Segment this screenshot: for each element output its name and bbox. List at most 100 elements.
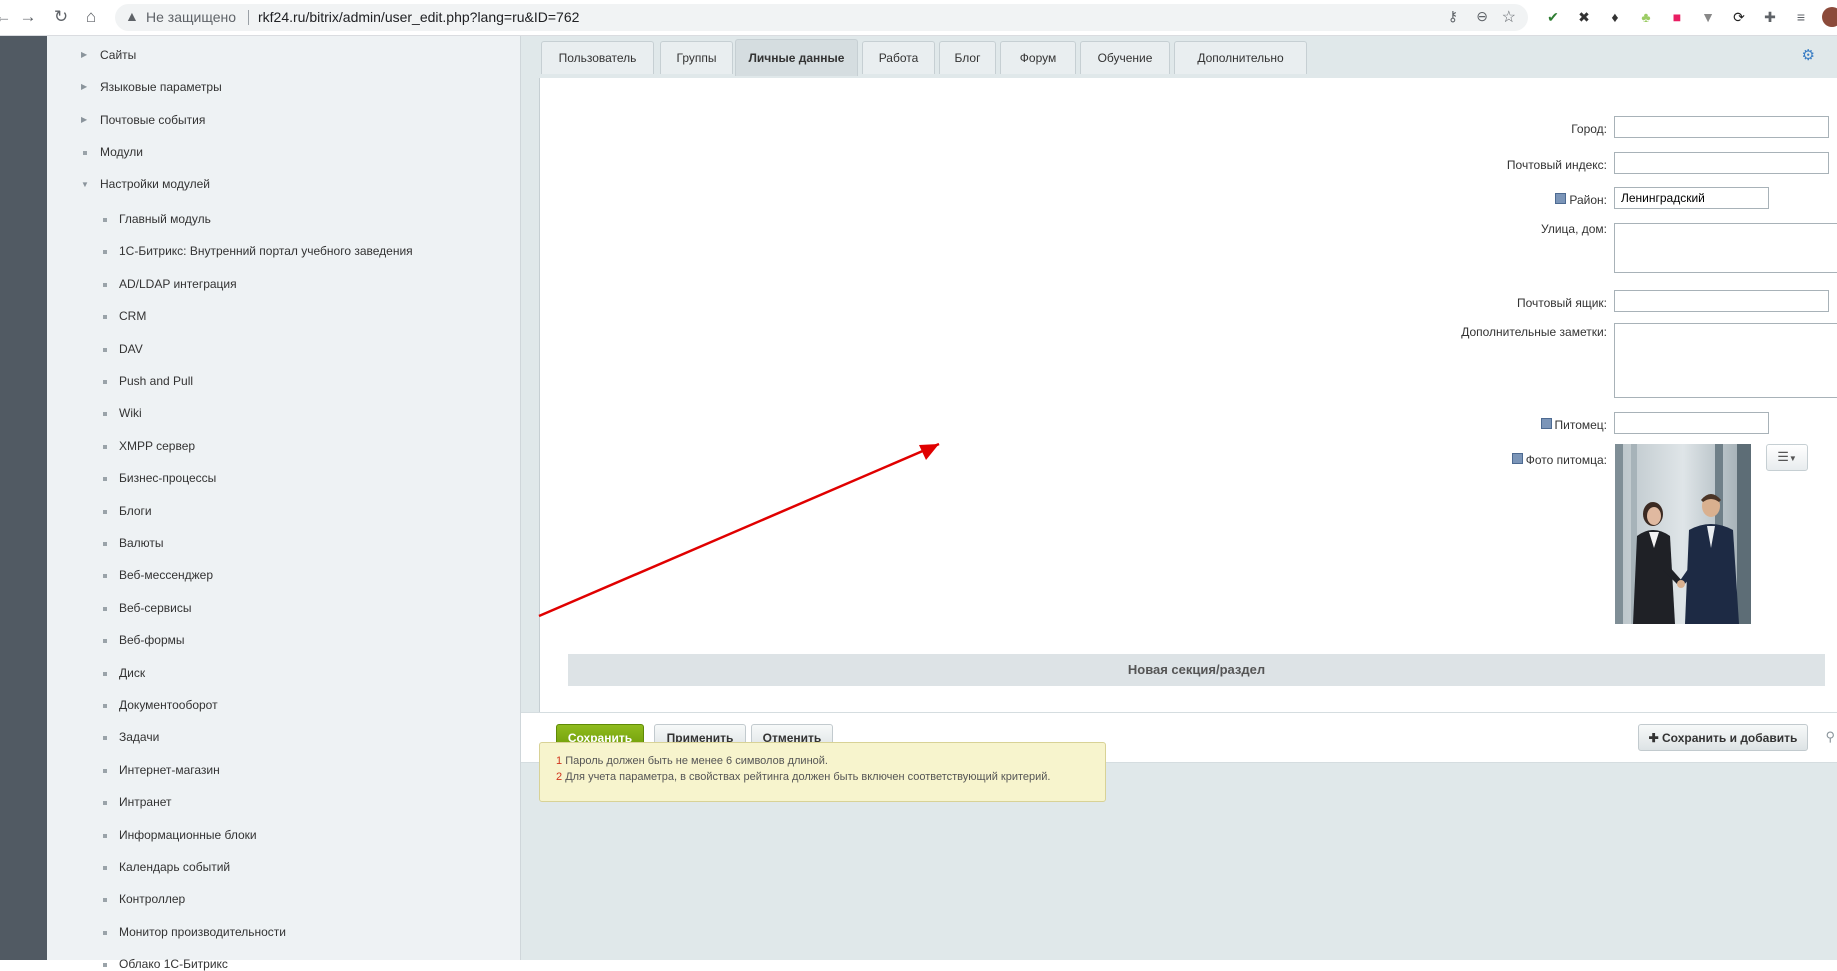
forward-icon[interactable]: → (17, 6, 39, 28)
footnote-1: 1 Пароль должен быть не менее 6 символов… (556, 753, 1105, 769)
sidebar-subitem[interactable]: XMPP сервер (119, 439, 195, 453)
footnote-number: 1 (556, 755, 563, 767)
sidebar-subitem[interactable]: Документооборот (119, 698, 218, 712)
menu-lines-icon: ☰ (1777, 449, 1789, 464)
sidebar-subitem[interactable]: 1С-Битрикс: Внутренний портал учебного з… (119, 244, 413, 258)
back-icon[interactable]: ← (0, 6, 14, 28)
extensions-puzzle-icon[interactable]: ✚ (1760, 7, 1780, 27)
reload-icon[interactable]: ↻ (50, 6, 72, 28)
extension-list-icon[interactable]: ≡ (1791, 7, 1811, 27)
bullet-icon (103, 736, 107, 740)
tab-groups[interactable]: Группы (660, 41, 733, 74)
extension-x-icon[interactable]: ✖ (1574, 7, 1594, 27)
pet-input[interactable] (1614, 412, 1769, 434)
business-handshake-photo (1615, 444, 1751, 624)
city-input[interactable] (1614, 116, 1829, 138)
zoom-icon[interactable]: ⊖ (1476, 8, 1488, 25)
zip-label: Почтовый индекс: (1506, 158, 1607, 172)
tab-additional[interactable]: Дополнительно (1174, 41, 1307, 74)
sidebar-subitem[interactable]: Блоги (119, 504, 152, 518)
sidebar-subitem[interactable]: AD/LDAP интеграция (119, 277, 237, 291)
extension-gradient-icon[interactable]: ■ (1667, 7, 1687, 27)
tabs-bar: Пользователь Группы Личные данные Работа… (521, 36, 1837, 78)
sidebar-subitem[interactable]: Диск (119, 666, 145, 680)
sidebar-subitem[interactable]: Контроллер (119, 892, 185, 906)
save-and-add-button[interactable]: ✚ Сохранить и добавить (1638, 724, 1808, 751)
tab-forum[interactable]: Форум (1000, 41, 1076, 74)
sidebar-subitem[interactable]: Бизнес-процессы (119, 471, 216, 485)
extension-check-icon[interactable]: ✔ (1543, 7, 1563, 27)
sidebar: ▶ Сайты ▶ Языковые параметры ▶ Почтовые … (47, 36, 521, 971)
save-and-add-label: Сохранить и добавить (1662, 731, 1798, 745)
district-input[interactable] (1614, 187, 1769, 209)
bullet-icon (103, 218, 107, 222)
pobox-input[interactable] (1614, 290, 1829, 312)
notes-textarea[interactable] (1614, 323, 1837, 398)
tab-user[interactable]: Пользователь (541, 41, 654, 74)
bullet-icon (103, 866, 107, 870)
pet-label: Питомец: (1554, 418, 1608, 432)
extension-v-icon[interactable]: ▼ (1698, 7, 1718, 27)
extension-sync-icon[interactable]: ⟳ (1729, 7, 1749, 27)
tab-blog[interactable]: Блог (939, 41, 996, 74)
sidebar-item-modules[interactable]: Модули (100, 145, 143, 159)
profile-avatar[interactable] (1822, 7, 1837, 27)
pet-photo-image[interactable] (1615, 444, 1751, 624)
sidebar-item-languages[interactable]: Языковые параметры (100, 80, 222, 94)
sidebar-subitem[interactable]: Веб-мессенджер (119, 568, 213, 582)
photo-menu-button[interactable]: ☰▼ (1766, 444, 1808, 471)
address-bar[interactable]: ▲ Не защищено rkf24.ru/bitrix/admin/user… (115, 4, 1528, 31)
bullet-icon (103, 315, 107, 319)
hint-icon (1555, 193, 1567, 204)
sidebar-subitem[interactable]: Монитор производительности (119, 925, 286, 939)
pin-icon[interactable]: ⚲ (1825, 729, 1835, 745)
sidebar-item-module-settings[interactable]: Настройки модулей (100, 177, 210, 191)
sidebar-subitem[interactable]: Веб-формы (119, 633, 185, 647)
sidebar-subitem[interactable]: Главный модуль (119, 212, 211, 226)
sidebar-subitem[interactable]: Задачи (119, 730, 159, 744)
url-text[interactable]: rkf24.ru/bitrix/admin/user_edit.php?lang… (258, 9, 579, 25)
collapse-arrow-icon[interactable]: ▼ (81, 180, 89, 189)
extension-pin-icon[interactable]: ♦ (1605, 7, 1625, 27)
sidebar-subitem[interactable]: CRM (119, 309, 146, 323)
plus-icon: ✚ (1648, 731, 1663, 745)
bullet-icon (103, 445, 107, 449)
bullet-icon (103, 801, 107, 805)
bullet-icon (103, 542, 107, 546)
gear-icon[interactable]: ⚙ (1802, 46, 1815, 64)
expand-arrow-icon[interactable]: ▶ (81, 50, 87, 59)
tab-personal-data[interactable]: Личные данные (735, 39, 858, 76)
zip-input[interactable] (1614, 152, 1829, 174)
bullet-icon (103, 672, 107, 676)
expand-arrow-icon[interactable]: ▶ (81, 115, 87, 124)
sidebar-subitem[interactable]: Веб-сервисы (119, 601, 191, 615)
sidebar-item-mail-events[interactable]: Почтовые события (100, 113, 205, 127)
sidebar-subitem[interactable]: Облако 1С-Битрикс (119, 957, 228, 971)
home-icon[interactable]: ⌂ (80, 6, 102, 28)
address-separator (248, 10, 249, 25)
bullet-icon (103, 477, 107, 481)
city-label: Город: (1571, 122, 1607, 136)
new-section-bar[interactable]: Новая секция/раздел (568, 654, 1825, 686)
bookmark-star-icon[interactable]: ☆ (1502, 7, 1516, 27)
sidebar-subitem[interactable]: Wiki (119, 406, 142, 420)
extension-leaf-icon[interactable]: ♣ (1636, 7, 1656, 27)
sidebar-subitem[interactable]: Календарь событий (119, 860, 230, 874)
sidebar-subitem[interactable]: Валюты (119, 536, 164, 550)
tab-learning[interactable]: Обучение (1080, 41, 1170, 74)
street-textarea[interactable] (1614, 223, 1837, 273)
sidebar-item-sites[interactable]: Сайты (100, 48, 136, 62)
sidebar-subitem[interactable]: Интранет (119, 795, 172, 809)
pobox-label: Почтовый ящик: (1516, 296, 1607, 310)
sidebar-subitem[interactable]: DAV (119, 342, 143, 356)
bullet-icon (103, 704, 107, 708)
district-label-wrap: Район: (1424, 193, 1607, 207)
sidebar-subitem[interactable]: Push and Pull (119, 374, 193, 388)
footnotes-box: 1 Пароль должен быть не менее 6 символов… (539, 742, 1106, 802)
expand-arrow-icon[interactable]: ▶ (81, 82, 87, 91)
tab-work[interactable]: Работа (862, 41, 935, 74)
dropdown-arrow-icon: ▼ (1788, 454, 1797, 463)
sidebar-subitem[interactable]: Информационные блоки (119, 828, 257, 842)
sidebar-subitem[interactable]: Интернет-магазин (119, 763, 220, 777)
key-icon[interactable]: ⚷ (1448, 8, 1458, 25)
